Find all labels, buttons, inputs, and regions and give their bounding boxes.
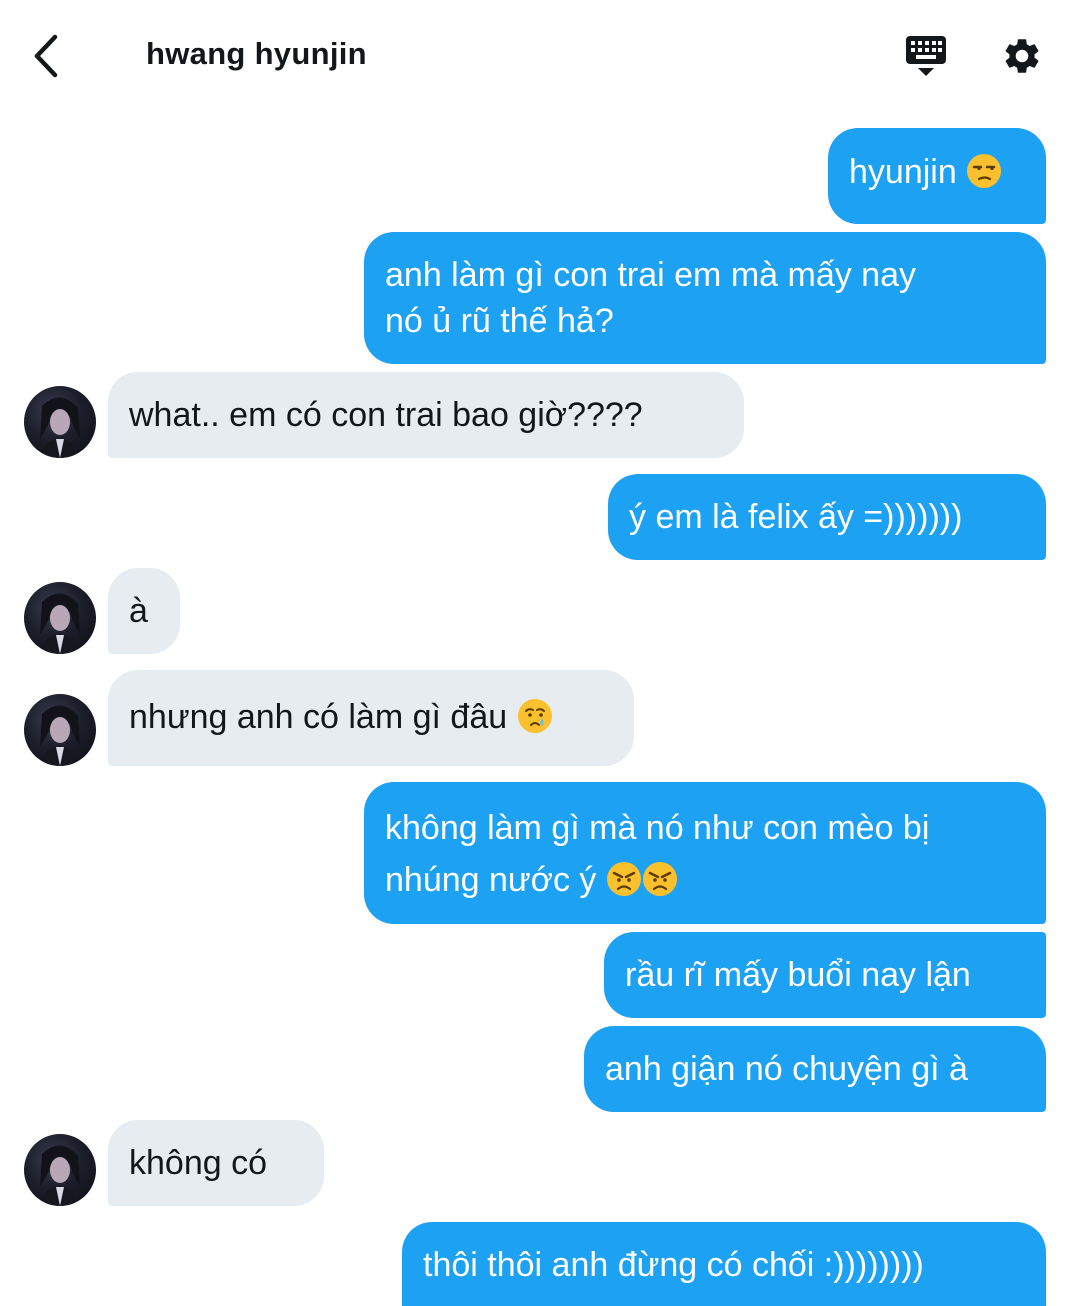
message-text: what.. em có con trai bao giờ???? bbox=[129, 396, 643, 434]
message-text: ý em là felix ấy =))))))) bbox=[629, 498, 963, 536]
keyboard-icon bbox=[906, 36, 946, 76]
keyboard-button[interactable] bbox=[900, 30, 952, 82]
angry-face-icon bbox=[642, 862, 677, 896]
message-text: nhưng anh có làm gì đâu bbox=[129, 698, 508, 736]
gear-icon bbox=[1005, 39, 1039, 73]
message-text: rầu rĩ mấy buổi nay lận bbox=[625, 956, 971, 994]
avatar[interactable] bbox=[24, 694, 96, 766]
message-text-line: anh làm gì con trai em mà mấy nay bbox=[385, 256, 917, 294]
message-text: nhúng nước ý bbox=[385, 861, 597, 899]
avatar-image bbox=[38, 1145, 82, 1206]
avatar-image bbox=[38, 705, 82, 766]
sent-message[interactable]: rầu rĩ mấy buổi nay lận bbox=[604, 932, 1046, 1018]
message-text-line: nó ủ rũ thế hả? bbox=[385, 302, 614, 340]
message-text-line: không làm gì mà nó như con mèo bị bbox=[385, 809, 930, 847]
message-text: à bbox=[129, 592, 148, 630]
chevron-left-icon bbox=[34, 34, 58, 78]
conversation-header: hwang hyunjin bbox=[0, 0, 1070, 112]
message-text: thôi thôi anh đừng có chối :)))))))) bbox=[423, 1246, 924, 1284]
message-text-line: nhúng nước ý bbox=[385, 854, 1025, 906]
avatar[interactable] bbox=[24, 582, 96, 654]
message-text: anh giận nó chuyện gì à bbox=[605, 1050, 968, 1088]
crying-face-icon bbox=[517, 699, 552, 733]
avatar-image bbox=[38, 593, 82, 654]
sent-message[interactable]: thôi thôi anh đừng có chối :)))))))) bbox=[402, 1222, 1046, 1306]
message-text: hyunjin bbox=[849, 153, 957, 191]
received-message[interactable]: nhưng anh có làm gì đâu bbox=[108, 670, 634, 766]
angry-face-icon bbox=[606, 862, 641, 896]
settings-button[interactable] bbox=[996, 30, 1048, 82]
avatar[interactable] bbox=[24, 386, 96, 458]
received-message[interactable]: không có bbox=[108, 1120, 324, 1206]
sent-message[interactable]: anh giận nó chuyện gì à bbox=[584, 1026, 1046, 1112]
back-button[interactable] bbox=[22, 28, 70, 84]
unamused-face-icon bbox=[967, 154, 1002, 188]
received-message[interactable]: what.. em có con trai bao giờ???? bbox=[108, 372, 744, 458]
sent-message[interactable]: ý em là felix ấy =))))))) bbox=[608, 474, 1046, 560]
conversation-title: hwang hyunjin bbox=[146, 36, 367, 71]
avatar[interactable] bbox=[24, 1134, 96, 1206]
avatar-image bbox=[38, 397, 82, 458]
sent-message[interactable]: anh làm gì con trai em mà mấy nay nó ủ r… bbox=[364, 232, 1046, 364]
message-text: không có bbox=[129, 1144, 267, 1182]
sent-message[interactable]: hyunjin bbox=[828, 128, 1046, 224]
sent-message[interactable]: không làm gì mà nó như con mèo bị nhúng … bbox=[364, 782, 1046, 924]
received-message[interactable]: à bbox=[108, 568, 180, 654]
